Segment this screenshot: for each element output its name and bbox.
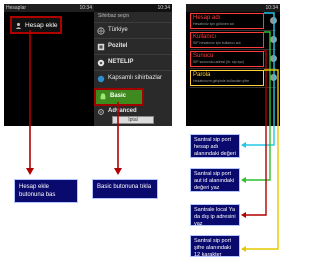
callout-server: Santrale local Ya da dış ip adresini yaz	[190, 204, 240, 227]
arrowhead	[241, 212, 246, 218]
arrow-password	[246, 69, 279, 250]
arrowhead	[241, 142, 246, 148]
callout-basic: Basic butonuna tıkla	[92, 179, 158, 199]
arrowhead	[241, 177, 246, 183]
callout-account-name: Santral sip port hesap adı alanındaki de…	[190, 134, 240, 164]
arrowhead	[26, 168, 34, 175]
arrowhead	[114, 168, 122, 175]
arrow-server	[246, 50, 267, 216]
callout-user: Santral sip port aut id alanındaki değer…	[190, 168, 240, 192]
arrowhead	[241, 246, 246, 252]
callout-add-account: Hesap ekle butonuna bas	[14, 179, 78, 203]
callout-password: Santral sip port şifre alanındaki 12 kar…	[190, 235, 240, 265]
